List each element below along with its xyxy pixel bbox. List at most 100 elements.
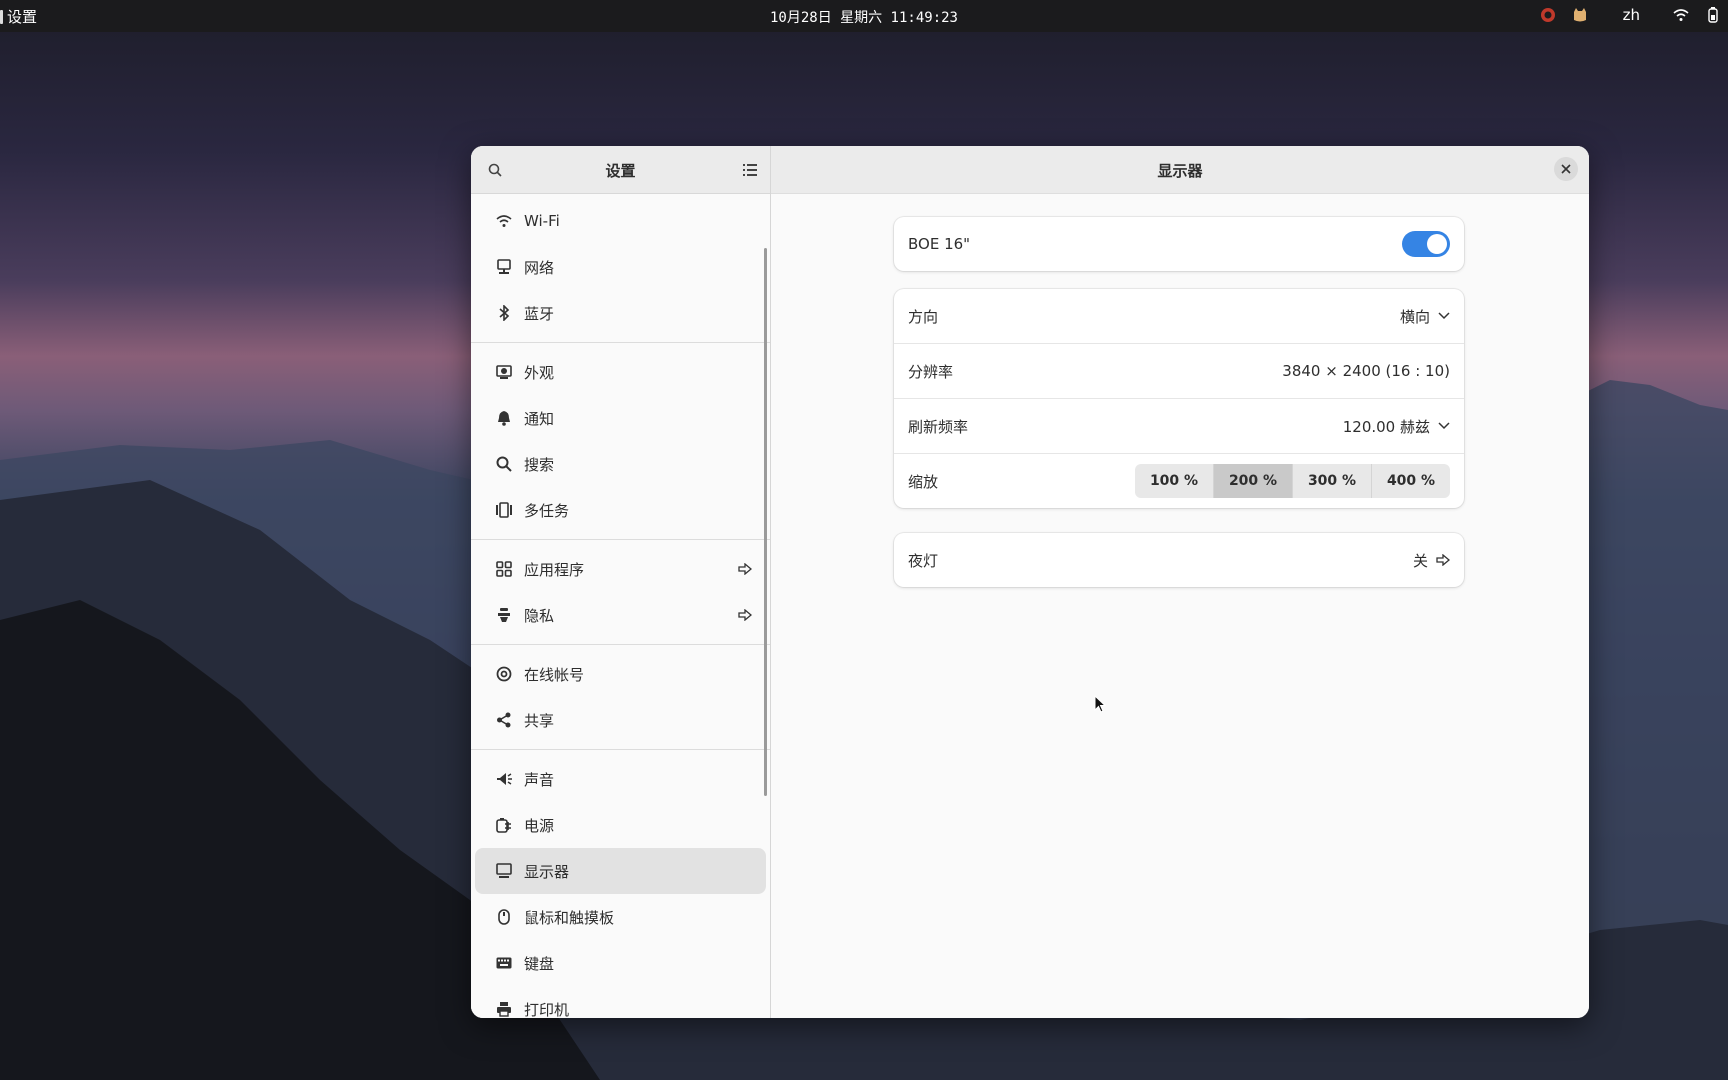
sidebar-item-label: 多任务 — [524, 501, 570, 520]
sidebar-item-label: 搜索 — [524, 455, 555, 474]
sidebar-item-keyboard[interactable]: 键盘 — [475, 940, 766, 986]
sidebar-item-apps[interactable]: 应用程序 — [475, 546, 766, 592]
resolution-row[interactable]: 分辨率 3840 × 2400 (16 : 10) — [894, 344, 1464, 399]
orientation-row[interactable]: 方向 横向 — [894, 289, 1464, 344]
mouse-icon — [495, 908, 513, 926]
sidebar-item-label: 鼠标和触摸板 — [524, 908, 615, 927]
keyboard-icon — [495, 954, 513, 972]
display-settings-card: 方向 横向 分辨率 3840 × 2400 (16 : 10) 刷新频率 120… — [894, 289, 1464, 508]
monitor-row: BOE 16" — [894, 217, 1464, 271]
monitor-card: BOE 16" — [894, 217, 1464, 271]
appearance-icon — [495, 363, 513, 381]
refresh-rate-value: 120.00 赫兹 — [1342, 417, 1430, 436]
resolution-label: 分辨率 — [908, 362, 954, 381]
share-icon — [495, 711, 513, 729]
list-menu-icon — [743, 164, 757, 176]
sidebar-item-label: 电源 — [524, 816, 555, 835]
main-menu-button[interactable] — [738, 158, 762, 182]
sidebar-header: 设置 — [471, 146, 770, 194]
sidebar-item-privacy[interactable]: 隐私 — [475, 592, 766, 638]
close-button[interactable] — [1554, 157, 1578, 181]
sidebar-item-multitasking[interactable]: 多任务 — [475, 487, 766, 533]
sidebar-item-appearance[interactable]: 外观 — [475, 349, 766, 395]
scale-selector: 100 % 200 % 300 % 400 % — [1135, 464, 1450, 498]
power-icon — [495, 816, 513, 834]
sidebar-title: 设置 — [605, 162, 636, 180]
sound-icon — [495, 770, 513, 788]
sidebar-item-label: 声音 — [524, 770, 555, 789]
sidebar-item-label: 显示器 — [524, 862, 570, 881]
sidebar-item-label: 通知 — [524, 409, 555, 428]
scale-option-100[interactable]: 100 % — [1135, 464, 1214, 498]
monitor-enable-switch[interactable] — [1402, 231, 1450, 257]
refresh-rate-row[interactable]: 刷新频率 120.00 赫兹 — [894, 399, 1464, 454]
sidebar-item-label: 蓝牙 — [524, 304, 555, 323]
night-light-label: 夜灯 — [908, 551, 939, 570]
privacy-icon — [495, 606, 513, 624]
search-icon — [495, 455, 513, 473]
sidebar-item-label: 隐私 — [524, 606, 555, 625]
system-tray[interactable]: zh — [1539, 6, 1722, 24]
chevron-down-icon — [1438, 422, 1450, 430]
bell-icon — [495, 409, 513, 427]
arrow-right-icon — [738, 607, 753, 625]
scale-option-300[interactable]: 300 % — [1293, 464, 1372, 498]
sidebar-item-search[interactable]: 搜索 — [475, 441, 766, 487]
panel-title: 显示器 — [1157, 162, 1203, 180]
bluetooth-icon — [495, 304, 513, 322]
display-icon — [495, 862, 513, 880]
orientation-label: 方向 — [908, 307, 939, 326]
sidebar-item-network[interactable]: 网络 — [475, 244, 766, 290]
sidebar-item-label: 应用程序 — [524, 560, 585, 579]
sidebar-scrollbar[interactable] — [764, 248, 767, 796]
sidebar-item-label: 网络 — [524, 258, 555, 277]
sidebar-item-wifi[interactable]: Wi-Fi — [475, 198, 766, 244]
panel-header: 显示器 — [771, 146, 1589, 194]
multitasking-icon — [495, 501, 513, 519]
scale-row: 缩放 100 % 200 % 300 % 400 % — [894, 454, 1464, 508]
wifi-status-icon[interactable] — [1672, 6, 1690, 24]
sidebar-item-printers[interactable]: 打印机 — [475, 986, 766, 1018]
sidebar-item-label: 在线帐号 — [524, 665, 585, 684]
sidebar-item-sharing[interactable]: 共享 — [475, 697, 766, 743]
top-bar: 设置 10月28日 星期六 11:49:23 zh — [0, 0, 1728, 32]
sidebar-item-sound[interactable]: 声音 — [475, 756, 766, 802]
network-icon — [495, 258, 513, 276]
clock[interactable]: 10月28日 星期六 11:49:23 — [0, 7, 1728, 27]
ubuntu-pro-icon[interactable] — [1539, 6, 1557, 24]
close-icon — [1561, 164, 1571, 174]
at-icon — [495, 665, 513, 683]
sidebar-item-label: 外观 — [524, 363, 555, 382]
sidebar-item-label: 键盘 — [524, 954, 555, 973]
resolution-value: 3840 × 2400 (16 : 10) — [1282, 362, 1450, 380]
settings-window: 设置 Wi-Fi 网络 蓝牙 外观 通知 搜索 多任务 应用程序 隐私 在线帐号… — [471, 146, 1589, 1018]
sidebar-item-label: 共享 — [524, 711, 555, 730]
night-light-row[interactable]: 夜灯 关 — [894, 533, 1464, 587]
orientation-value: 横向 — [1399, 307, 1430, 326]
input-method-indicator[interactable]: zh — [1623, 6, 1640, 24]
sidebar-item-power[interactable]: 电源 — [475, 802, 766, 848]
power-status-icon[interactable] — [1704, 6, 1722, 24]
apps-icon — [495, 560, 513, 578]
sidebar-item-notifications[interactable]: 通知 — [475, 395, 766, 441]
monitor-name: BOE 16" — [908, 235, 971, 253]
wifi-icon — [495, 212, 513, 230]
sidebar-item-mouse[interactable]: 鼠标和触摸板 — [475, 894, 766, 940]
sidebar-item-bluetooth[interactable]: 蓝牙 — [475, 290, 766, 336]
arrow-right-icon — [738, 561, 753, 579]
display-panel: 显示器 BOE 16" 方向 横向 分辨率 3840 × 2400 (16 : — [771, 146, 1589, 1018]
scale-option-200[interactable]: 200 % — [1214, 464, 1293, 498]
scale-option-400[interactable]: 400 % — [1372, 464, 1450, 498]
separator — [471, 342, 770, 343]
sidebar: 设置 Wi-Fi 网络 蓝牙 外观 通知 搜索 多任务 应用程序 隐私 在线帐号… — [471, 146, 771, 1018]
separator — [471, 539, 770, 540]
sidebar-item-label: 打印机 — [524, 1000, 570, 1019]
night-light-status: 关 — [1412, 551, 1428, 570]
arrow-right-icon — [1436, 554, 1450, 566]
cat-tray-icon[interactable] — [1571, 6, 1589, 24]
sidebar-list: Wi-Fi 网络 蓝牙 外观 通知 搜索 多任务 应用程序 隐私 在线帐号 共享… — [471, 194, 770, 1018]
printer-icon — [495, 1000, 513, 1018]
sidebar-item-online-accounts[interactable]: 在线帐号 — [475, 651, 766, 697]
sidebar-item-display[interactable]: 显示器 — [475, 848, 766, 894]
chevron-down-icon — [1438, 312, 1450, 320]
